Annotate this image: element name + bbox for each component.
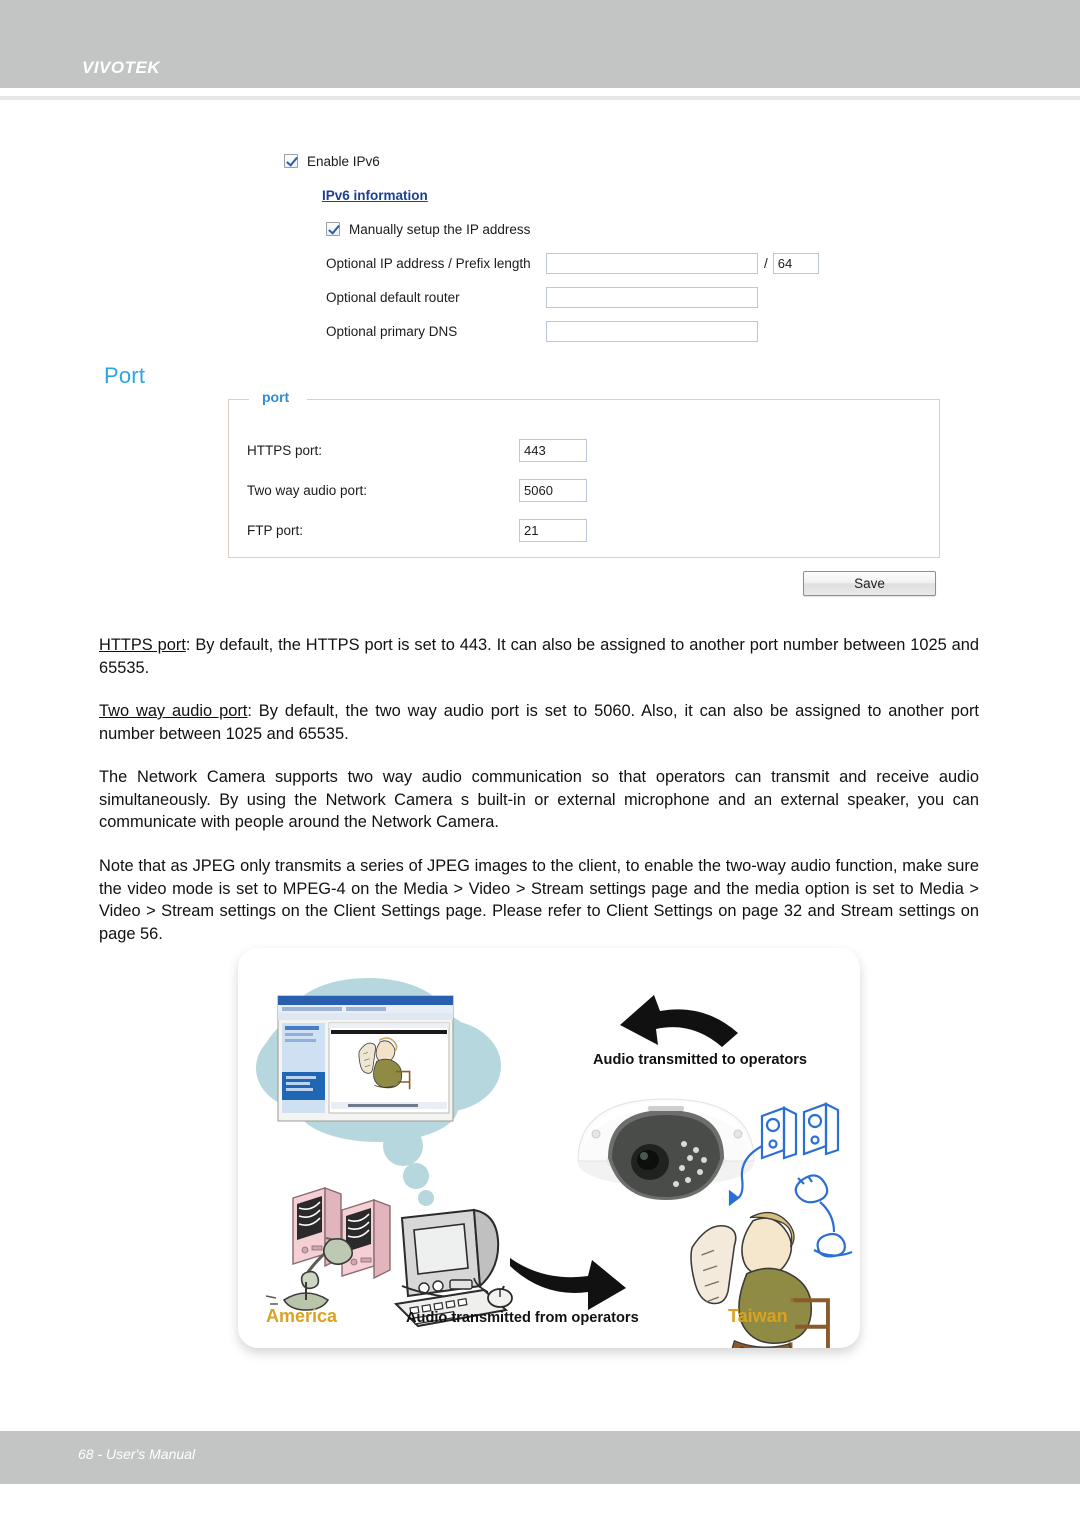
optional-ip-address-input[interactable] [546, 252, 758, 274]
two-way-audio-port-row: Two way audio port: [247, 470, 587, 510]
diagram-label-to-operators: Audio transmitted to operators [593, 1052, 808, 1068]
paragraph-two-way-audio-overview: The Network Camera supports two way audi… [99, 768, 979, 831]
ftp-port-label: FTP port: [247, 522, 304, 538]
optional-primary-dns-input[interactable] [546, 320, 758, 342]
arrow-from-operators-icon [510, 1258, 626, 1310]
vivotek-logo: VIVOTEK [82, 58, 161, 77]
port-fieldset-legend: port [257, 389, 295, 405]
diagram-illustration [256, 978, 853, 1348]
optional-ip-prefix-row: Optional IP address / Prefix length / [326, 246, 844, 280]
enable-ipv6-label: Enable IPv6 [307, 153, 380, 169]
paragraph-https-port: HTTPS port: By default, the HTTPS port i… [99, 634, 979, 679]
footer-page-label: 68 - User's Manual [78, 1446, 196, 1462]
ipv6-settings-group: Enable IPv6 IPv6 information Manually se… [284, 144, 844, 348]
https-port-input[interactable] [519, 438, 587, 462]
optional-primary-dns-row: Optional primary DNS [326, 314, 844, 348]
arrow-to-operators-icon [620, 995, 738, 1047]
header-divider [0, 96, 1080, 100]
port-section-heading: Port [104, 363, 146, 388]
save-button[interactable]: Save [803, 571, 936, 596]
prefix-length-input[interactable] [772, 252, 819, 274]
optional-default-router-input[interactable] [546, 286, 758, 308]
paragraph-jpeg-note: Note that as JPEG only transmits a serie… [99, 857, 979, 943]
manual-setup-row[interactable]: Manually setup the IP address [326, 212, 844, 246]
desktop-computer-icon [393, 1208, 513, 1328]
two-way-audio-port-label: Two way audio port: [247, 482, 368, 498]
diagram-label-from-operators: Audio transmitted from operators [406, 1310, 639, 1326]
operator-person-icon [690, 1211, 830, 1348]
enable-ipv6-checkbox[interactable] [284, 154, 298, 168]
port-field-list: HTTPS port: Two way audio port: FTP port… [247, 430, 587, 550]
page-header-bar: VIVOTEK [0, 0, 1080, 88]
manual-setup-label: Manually setup the IP address [349, 221, 531, 237]
https-port-label: HTTPS port: [247, 442, 323, 458]
optional-default-router-label: Optional default router [326, 289, 460, 305]
paragraph-two-way-audio-port: Two way audio port: By default, the two … [99, 700, 979, 745]
browser-window-icon [277, 995, 454, 1122]
two-way-audio-port-term: Two way audio port [99, 702, 248, 720]
enable-ipv6-row[interactable]: Enable IPv6 [284, 144, 844, 178]
optional-primary-dns-label: Optional primary DNS [326, 323, 458, 339]
https-port-row: HTTPS port: [247, 430, 587, 470]
optional-default-router-row: Optional default router [326, 280, 844, 314]
ipv6-information-link[interactable]: IPv6 information [322, 188, 428, 203]
prefix-separator: / [764, 255, 768, 271]
port-fieldset: port HTTPS port: Two way audio port: FTP… [228, 389, 940, 558]
optional-ip-prefix-label: Optional IP address / Prefix length [326, 255, 531, 271]
ftp-port-row: FTP port: [247, 510, 587, 550]
dome-camera-icon [577, 1098, 755, 1200]
diagram-label-america: America [266, 1306, 338, 1326]
diagram-label-taiwan: Taiwan [728, 1306, 788, 1326]
https-port-term: HTTPS port [99, 636, 186, 654]
ftp-port-input[interactable] [519, 518, 587, 542]
two-way-audio-diagram: Audio transmitted to operators Audio tra… [238, 948, 860, 1348]
https-port-description: : By default, the HTTPS port is set to 4… [99, 636, 979, 677]
ipv6-information-row[interactable]: IPv6 information [284, 178, 844, 212]
two-way-audio-port-input[interactable] [519, 478, 587, 502]
manual-setup-checkbox[interactable] [326, 222, 340, 236]
